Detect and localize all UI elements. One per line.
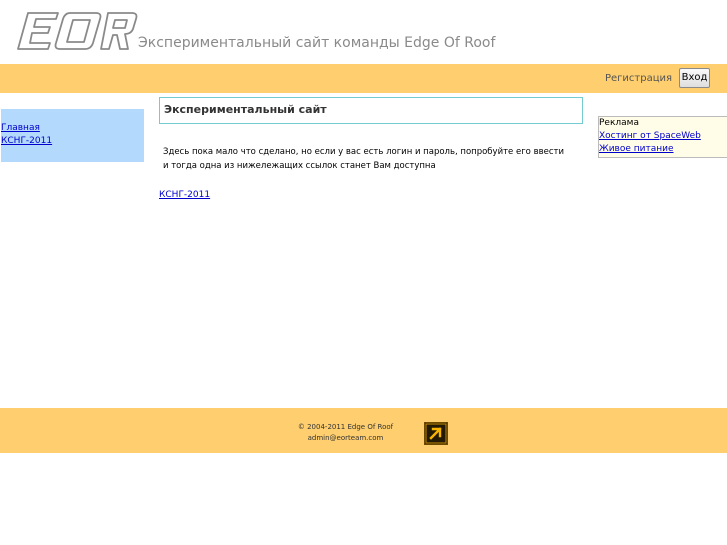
footer-copyright: © 2004-2011 Edge Of Roof bbox=[297, 423, 394, 431]
page-title: Экспериментальный сайт bbox=[164, 103, 327, 116]
header: Экспериментальный сайт команды Edge Of R… bbox=[0, 0, 727, 64]
arrow-up-right-icon[interactable] bbox=[424, 422, 448, 445]
ads-box: Реклама Хостинг от SpaceWeb Живое питани… bbox=[598, 116, 727, 158]
content-link-ksng-2011[interactable]: КСНГ-2011 bbox=[159, 190, 210, 200]
sidebar-menu: Главная КСНГ-2011 bbox=[1, 122, 52, 148]
eor-logo-icon[interactable] bbox=[16, 11, 138, 51]
login-button[interactable]: Вход bbox=[679, 68, 710, 88]
content-title-box: Экспериментальный сайт bbox=[159, 97, 583, 124]
site-title: Экспериментальный сайт команды Edge Of R… bbox=[138, 35, 496, 51]
ads-title: Реклама bbox=[599, 118, 639, 128]
footer-email: admin@eorteam.com bbox=[307, 434, 384, 442]
register-link[interactable]: Регистрация bbox=[605, 73, 672, 84]
sidebar-item-ksng-2011[interactable]: КСНГ-2011 bbox=[1, 135, 52, 148]
ad-link-live-food[interactable]: Живое питание bbox=[599, 144, 674, 154]
sidebar: Главная КСНГ-2011 bbox=[1, 109, 144, 162]
content-text: Здесь пока мало что сделано, но если у в… bbox=[163, 147, 564, 171]
footer: © 2004-2011 Edge Of Roof admin@eorteam.c… bbox=[0, 408, 727, 453]
sidebar-item-home[interactable]: Главная bbox=[1, 122, 52, 135]
ad-link-spaceweb[interactable]: Хостинг от SpaceWeb bbox=[599, 131, 701, 141]
